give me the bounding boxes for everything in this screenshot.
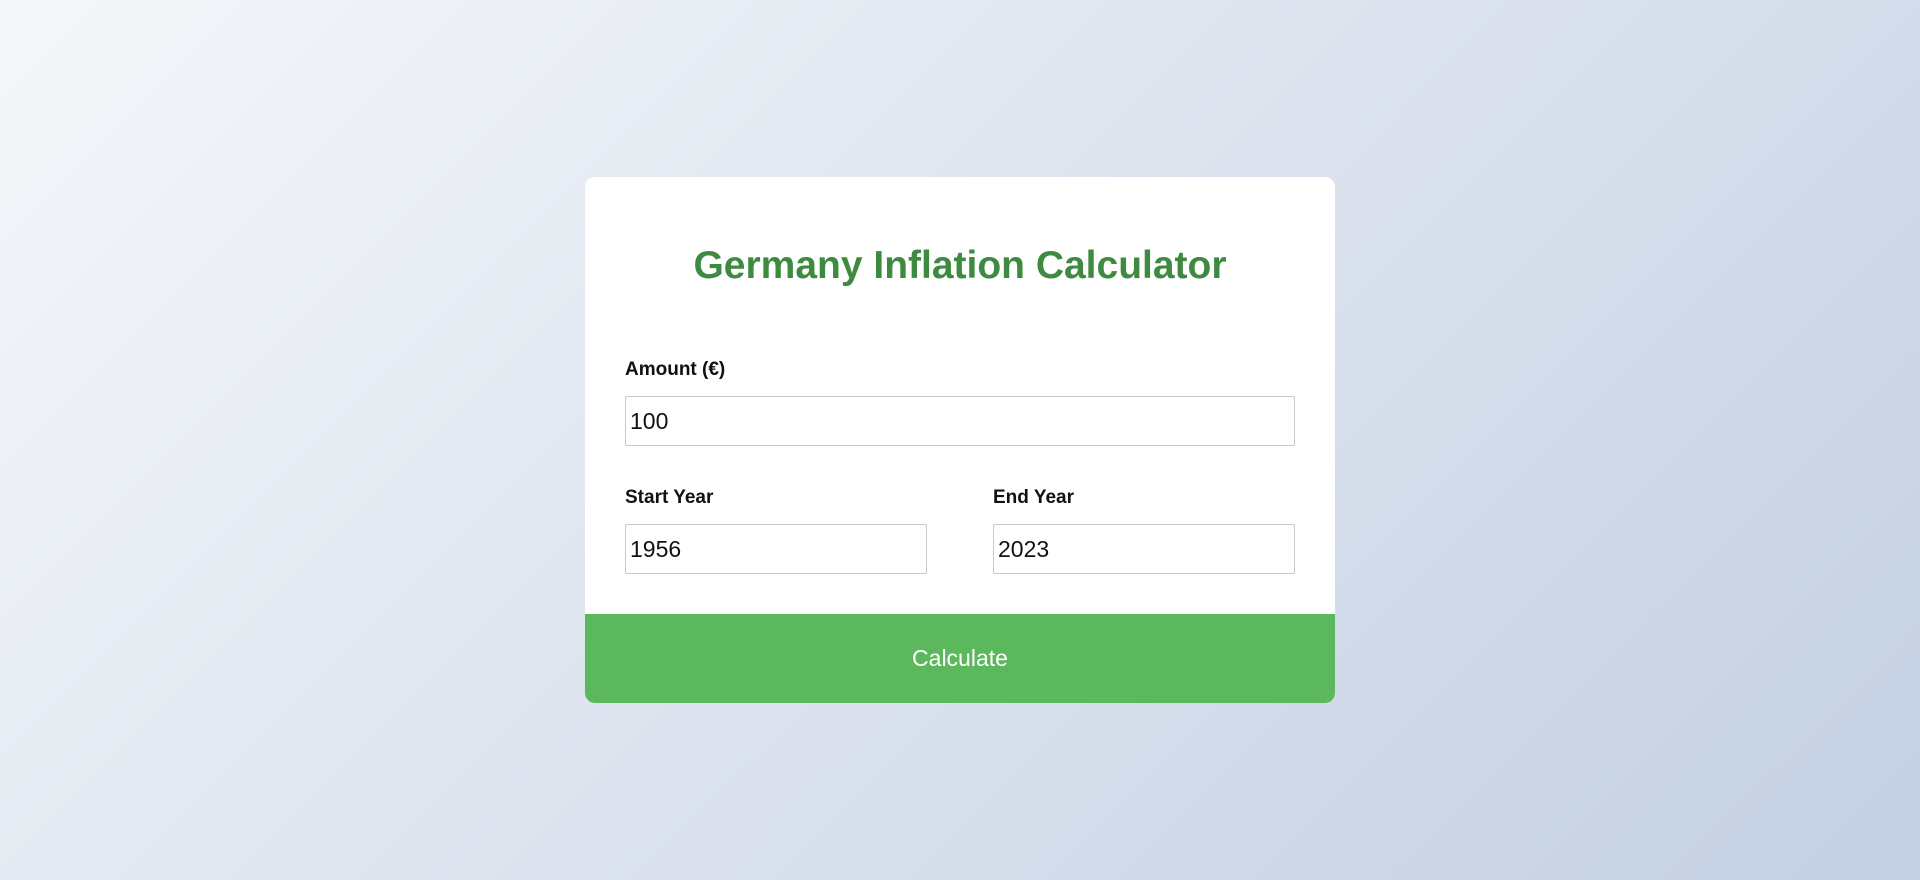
amount-label: Amount (€) (625, 359, 726, 380)
amount-input[interactable] (625, 396, 1295, 446)
end-year-label: End Year (993, 487, 1074, 508)
end-year-input[interactable] (993, 524, 1295, 574)
page-title: Germany Inflation Calculator (693, 244, 1227, 287)
start-year-label: Start Year (625, 487, 714, 508)
calculate-button[interactable]: Calculate (585, 614, 1335, 703)
calculator-card: Germany Inflation Calculator Amount (€) … (585, 177, 1335, 703)
start-year-input[interactable] (625, 524, 927, 574)
